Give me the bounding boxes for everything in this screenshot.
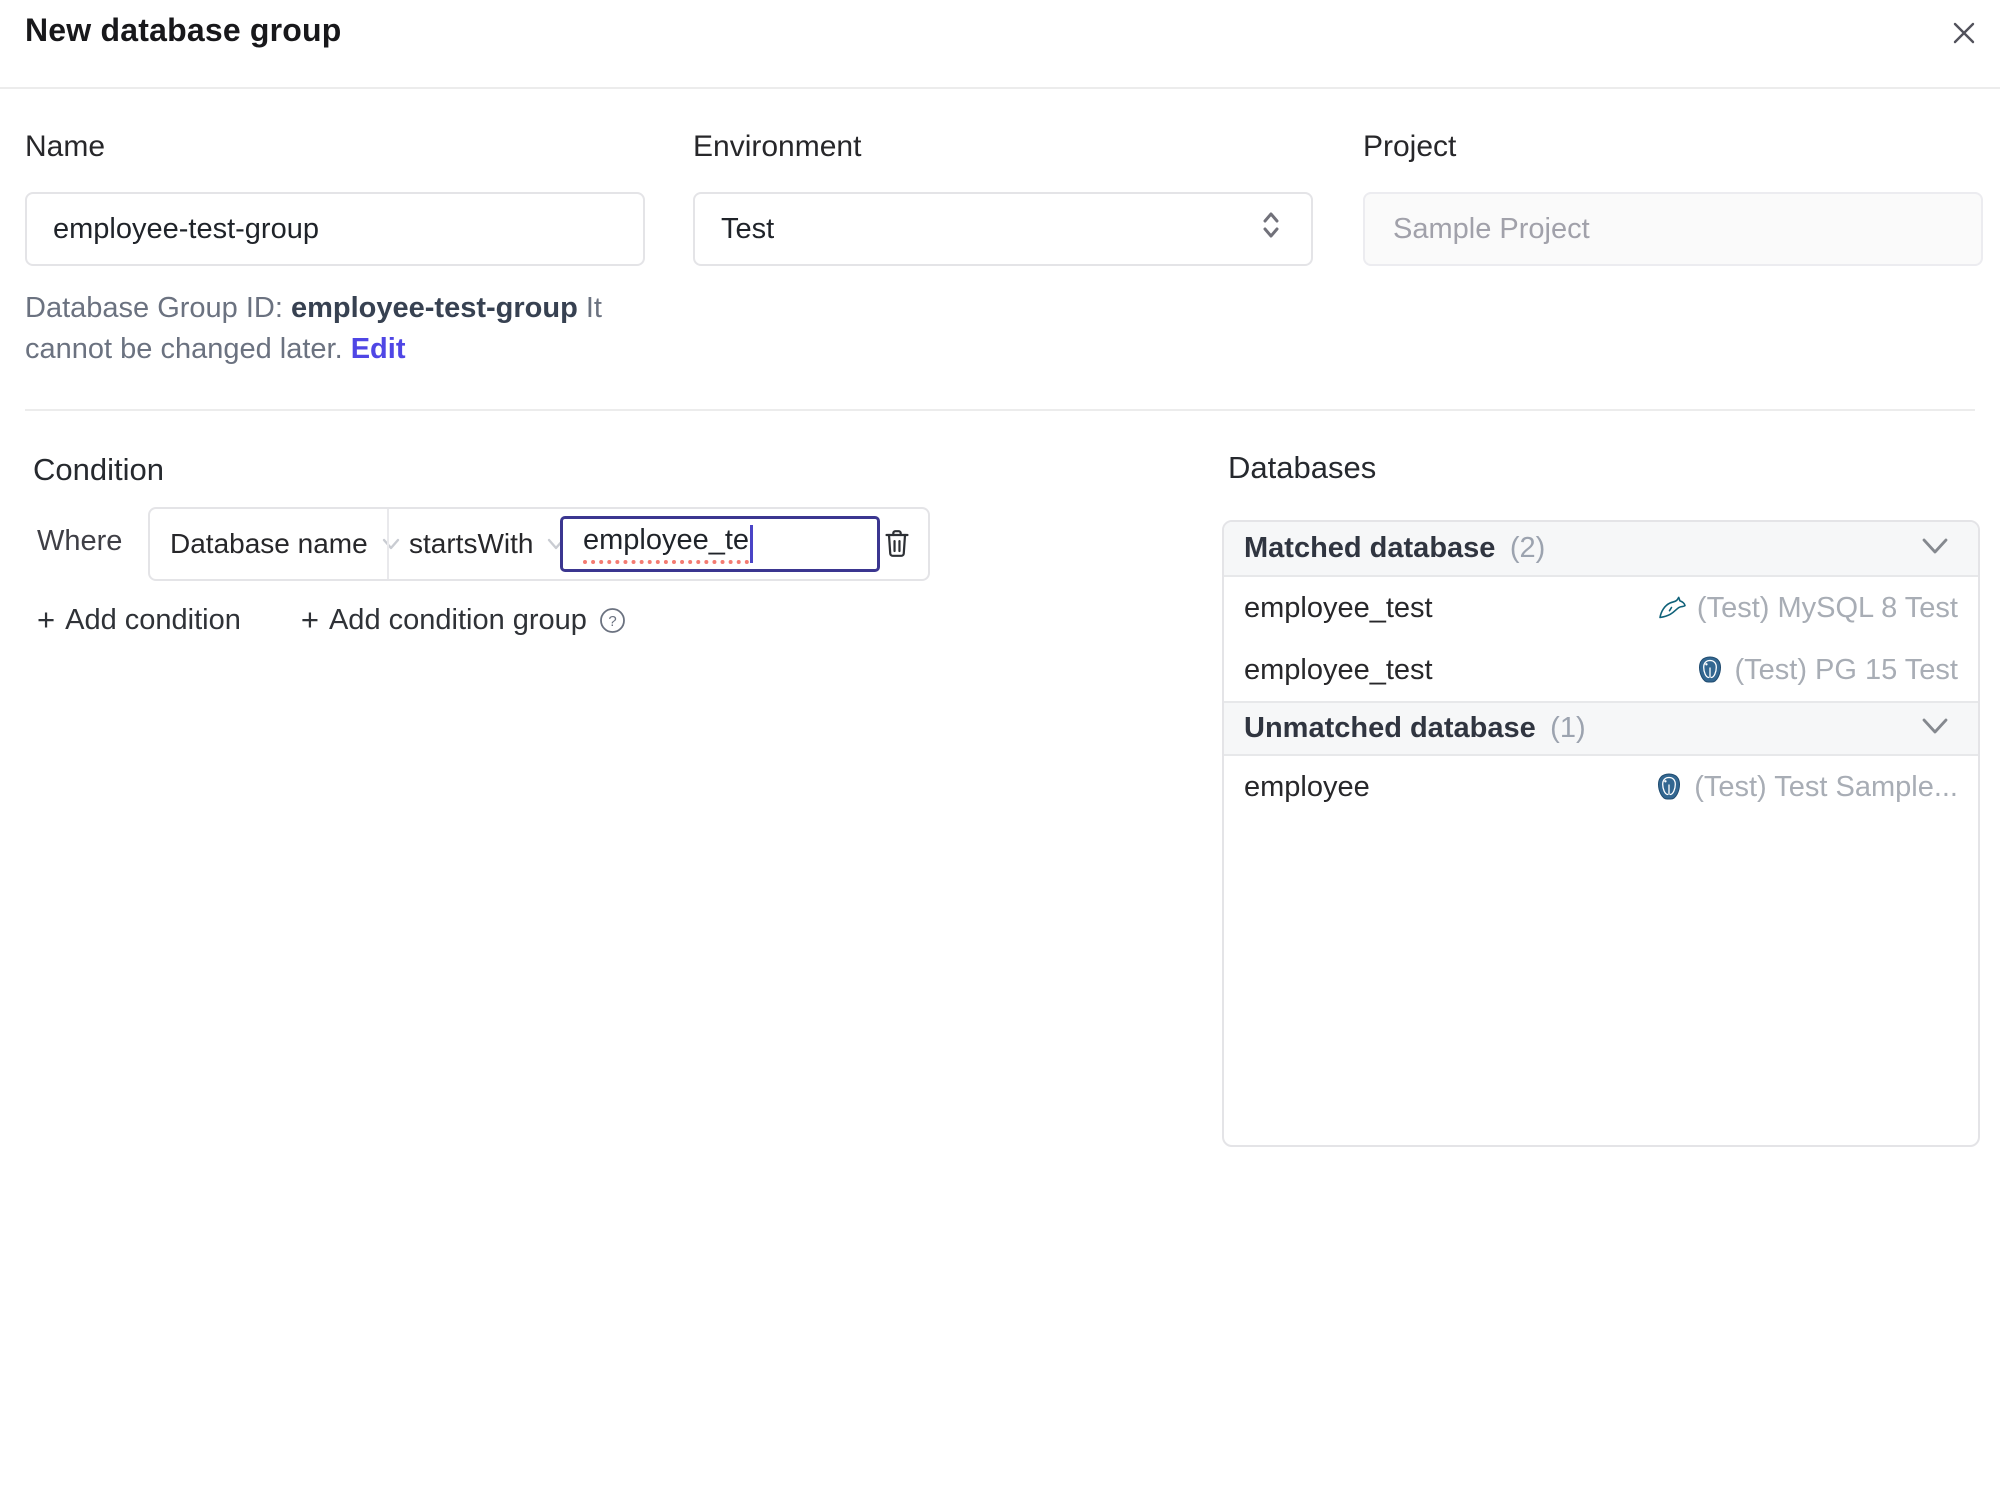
database-name: employee_test: [1244, 653, 1433, 686]
chevron-down-icon: [1918, 533, 1952, 564]
database-instance: (Test) MySQL 8 Test: [1657, 592, 1958, 625]
selector-icon: [1257, 208, 1285, 250]
database-row[interactable]: employee_test (Test) MySQL 8 Test: [1224, 577, 1978, 639]
trash-icon: [882, 527, 912, 562]
database-instance: (Test) Test Sample...: [1654, 771, 1958, 804]
database-name: employee: [1244, 770, 1370, 803]
postgresql-icon: [1654, 772, 1684, 802]
add-condition-label: Add condition: [65, 603, 241, 636]
database-name: employee_test: [1244, 591, 1433, 624]
database-instance: (Test) PG 15 Test: [1695, 654, 1958, 687]
delete-condition-button[interactable]: [874, 509, 920, 579]
postgresql-icon: [1695, 655, 1725, 685]
environment-select[interactable]: Test: [693, 192, 1313, 266]
condition-heading: Condition: [33, 452, 164, 487]
environment-select-value: Test: [721, 212, 775, 245]
name-input[interactable]: employee-test-group: [25, 192, 645, 266]
help-icon[interactable]: ?: [599, 607, 626, 634]
matched-database-header[interactable]: Matched database (2): [1224, 522, 1978, 577]
database-row[interactable]: employee_test (Test) PG 15 Test: [1224, 639, 1978, 701]
condition-value-text: employee_te: [583, 524, 750, 564]
project-input: Sample Project: [1363, 192, 1983, 266]
where-label: Where: [37, 525, 123, 557]
plus-icon: +: [300, 602, 319, 637]
add-condition-group-label: Add condition group: [328, 603, 587, 636]
text-caret: [750, 525, 754, 563]
project-input-value: Sample Project: [1393, 212, 1590, 245]
matched-database-title: Matched database: [1244, 532, 1496, 564]
id-hint-value: employee-test-group: [290, 292, 578, 324]
header-divider: [0, 87, 2000, 89]
mysql-icon: [1657, 593, 1687, 623]
condition-operator-select[interactable]: startsWith: [389, 509, 565, 579]
add-condition-group-button[interactable]: + Add condition group ?: [301, 602, 626, 638]
unmatched-database-title: Unmatched database: [1244, 712, 1536, 744]
database-row[interactable]: employee (Test) Test Sample...: [1224, 756, 1978, 818]
matched-database-count: (2): [1509, 532, 1546, 564]
project-label: Project: [1363, 130, 1457, 163]
condition-field-select[interactable]: Database name: [150, 509, 399, 579]
unmatched-database-count: (1): [1550, 712, 1586, 744]
id-hint-prefix: Database Group ID:: [25, 292, 291, 324]
close-button[interactable]: [1942, 12, 1986, 56]
plus-icon: +: [37, 602, 56, 637]
page-title: New database group: [25, 12, 342, 48]
database-group-id-hint: Database Group ID: employee-test-group I…: [25, 288, 653, 370]
add-condition-button[interactable]: + Add condition: [37, 602, 241, 638]
databases-heading: Databases: [1228, 450, 1377, 485]
name-label: Name: [25, 130, 106, 163]
condition-row: Database name startsWith employee_te: [148, 507, 930, 581]
close-icon: [1948, 17, 1980, 52]
condition-actions: + Add condition + Add condition group ?: [37, 602, 626, 638]
name-input-value: employee-test-group: [53, 212, 319, 245]
condition-operator-value: startsWith: [409, 528, 534, 559]
environment-label: Environment: [693, 130, 862, 163]
edit-link[interactable]: Edit: [351, 333, 406, 365]
chevron-down-icon: [1918, 713, 1952, 744]
condition-value-input[interactable]: employee_te: [560, 516, 880, 572]
databases-panel: Matched database (2) employee_test (Test…: [1222, 520, 1980, 1147]
svg-text:?: ?: [608, 613, 616, 630]
section-divider: [25, 409, 1975, 411]
condition-field-value: Database name: [170, 528, 368, 559]
unmatched-database-header[interactable]: Unmatched database (1): [1224, 701, 1978, 756]
